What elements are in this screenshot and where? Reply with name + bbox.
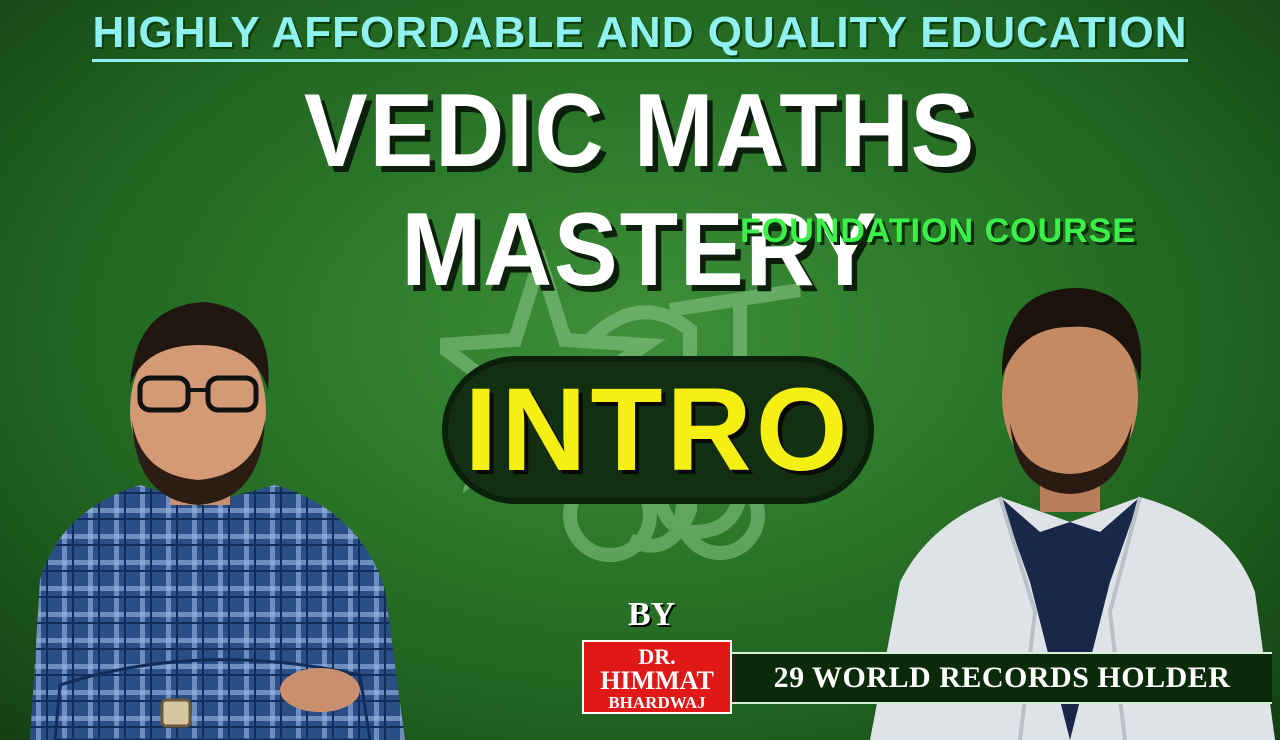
course-subtitle: FOUNDATION COURSE [740, 212, 1137, 250]
name-line1: DR. [638, 644, 676, 669]
course-title: VEDIC MATHS MASTERY [303, 73, 977, 308]
records-text: 29 WORLD RECORDS HOLDER [773, 661, 1231, 694]
world-records-banner: 29 WORLD RECORDS HOLDER [732, 652, 1272, 704]
tagline-text: HIGHLY AFFORDABLE AND QUALITY EDUCATION [92, 8, 1188, 62]
by-label: BY [628, 596, 676, 633]
intro-badge: INTRO [442, 356, 874, 504]
presenter-name-badge: DR. HIMMAT BHARDWAJ [582, 640, 732, 714]
name-line2: HIMMAT [600, 666, 714, 695]
tagline: HIGHLY AFFORDABLE AND QUALITY EDUCATION [0, 8, 1280, 62]
person-left-portrait-icon [30, 302, 405, 740]
intro-label: INTRO [464, 364, 852, 496]
name-line3: BHARDWAJ [608, 693, 706, 712]
